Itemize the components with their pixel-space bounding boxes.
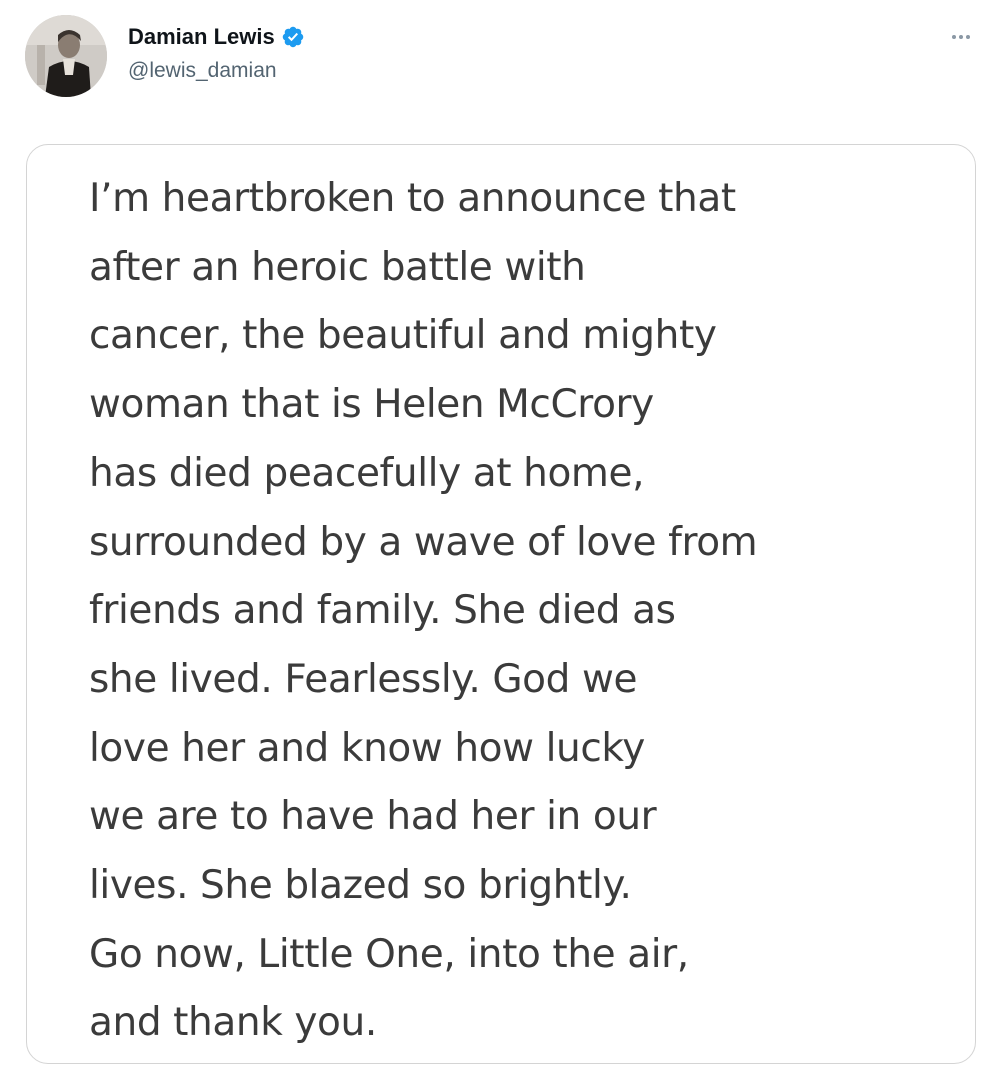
ellipsis-dot bbox=[959, 35, 963, 39]
statement-text: I’m heartbroken to announce that after a… bbox=[89, 165, 959, 1058]
tweet-media-card[interactable]: I’m heartbroken to announce that after a… bbox=[26, 144, 976, 1064]
statement-line: cancer, the beautiful and mighty bbox=[89, 313, 717, 359]
statement-line: surrounded by a wave of love from bbox=[89, 519, 758, 565]
more-options-button[interactable] bbox=[946, 22, 976, 52]
statement-line: we are to have had her in our bbox=[89, 794, 657, 840]
verified-badge-icon bbox=[282, 26, 303, 48]
author-handle[interactable]: @lewis_damian bbox=[128, 58, 277, 84]
statement-line: after an heroic battle with bbox=[89, 244, 586, 290]
statement-line: has died peacefully at home, bbox=[89, 450, 645, 496]
author-avatar[interactable] bbox=[25, 15, 107, 97]
statement-line: lives. She blazed so brightly. bbox=[89, 863, 632, 909]
statement-line: Go now, Little One, into the air, bbox=[89, 931, 689, 977]
statement-line: love her and know how lucky bbox=[89, 725, 645, 771]
author-display-name[interactable]: Damian Lewis bbox=[128, 23, 305, 51]
statement-line: friends and family. She died as bbox=[89, 588, 676, 634]
statement-line: I’m heartbroken to announce that bbox=[89, 176, 736, 221]
statement-line: and thank you. bbox=[89, 1000, 377, 1046]
ellipsis-dot bbox=[966, 35, 970, 39]
avatar-photo bbox=[25, 15, 107, 97]
ellipsis-icon bbox=[952, 35, 956, 39]
author-name-text: Damian Lewis bbox=[128, 24, 275, 49]
statement-line: woman that is Helen McCrory bbox=[89, 382, 654, 428]
statement-line: she lived. Fearlessly. God we bbox=[89, 656, 638, 702]
